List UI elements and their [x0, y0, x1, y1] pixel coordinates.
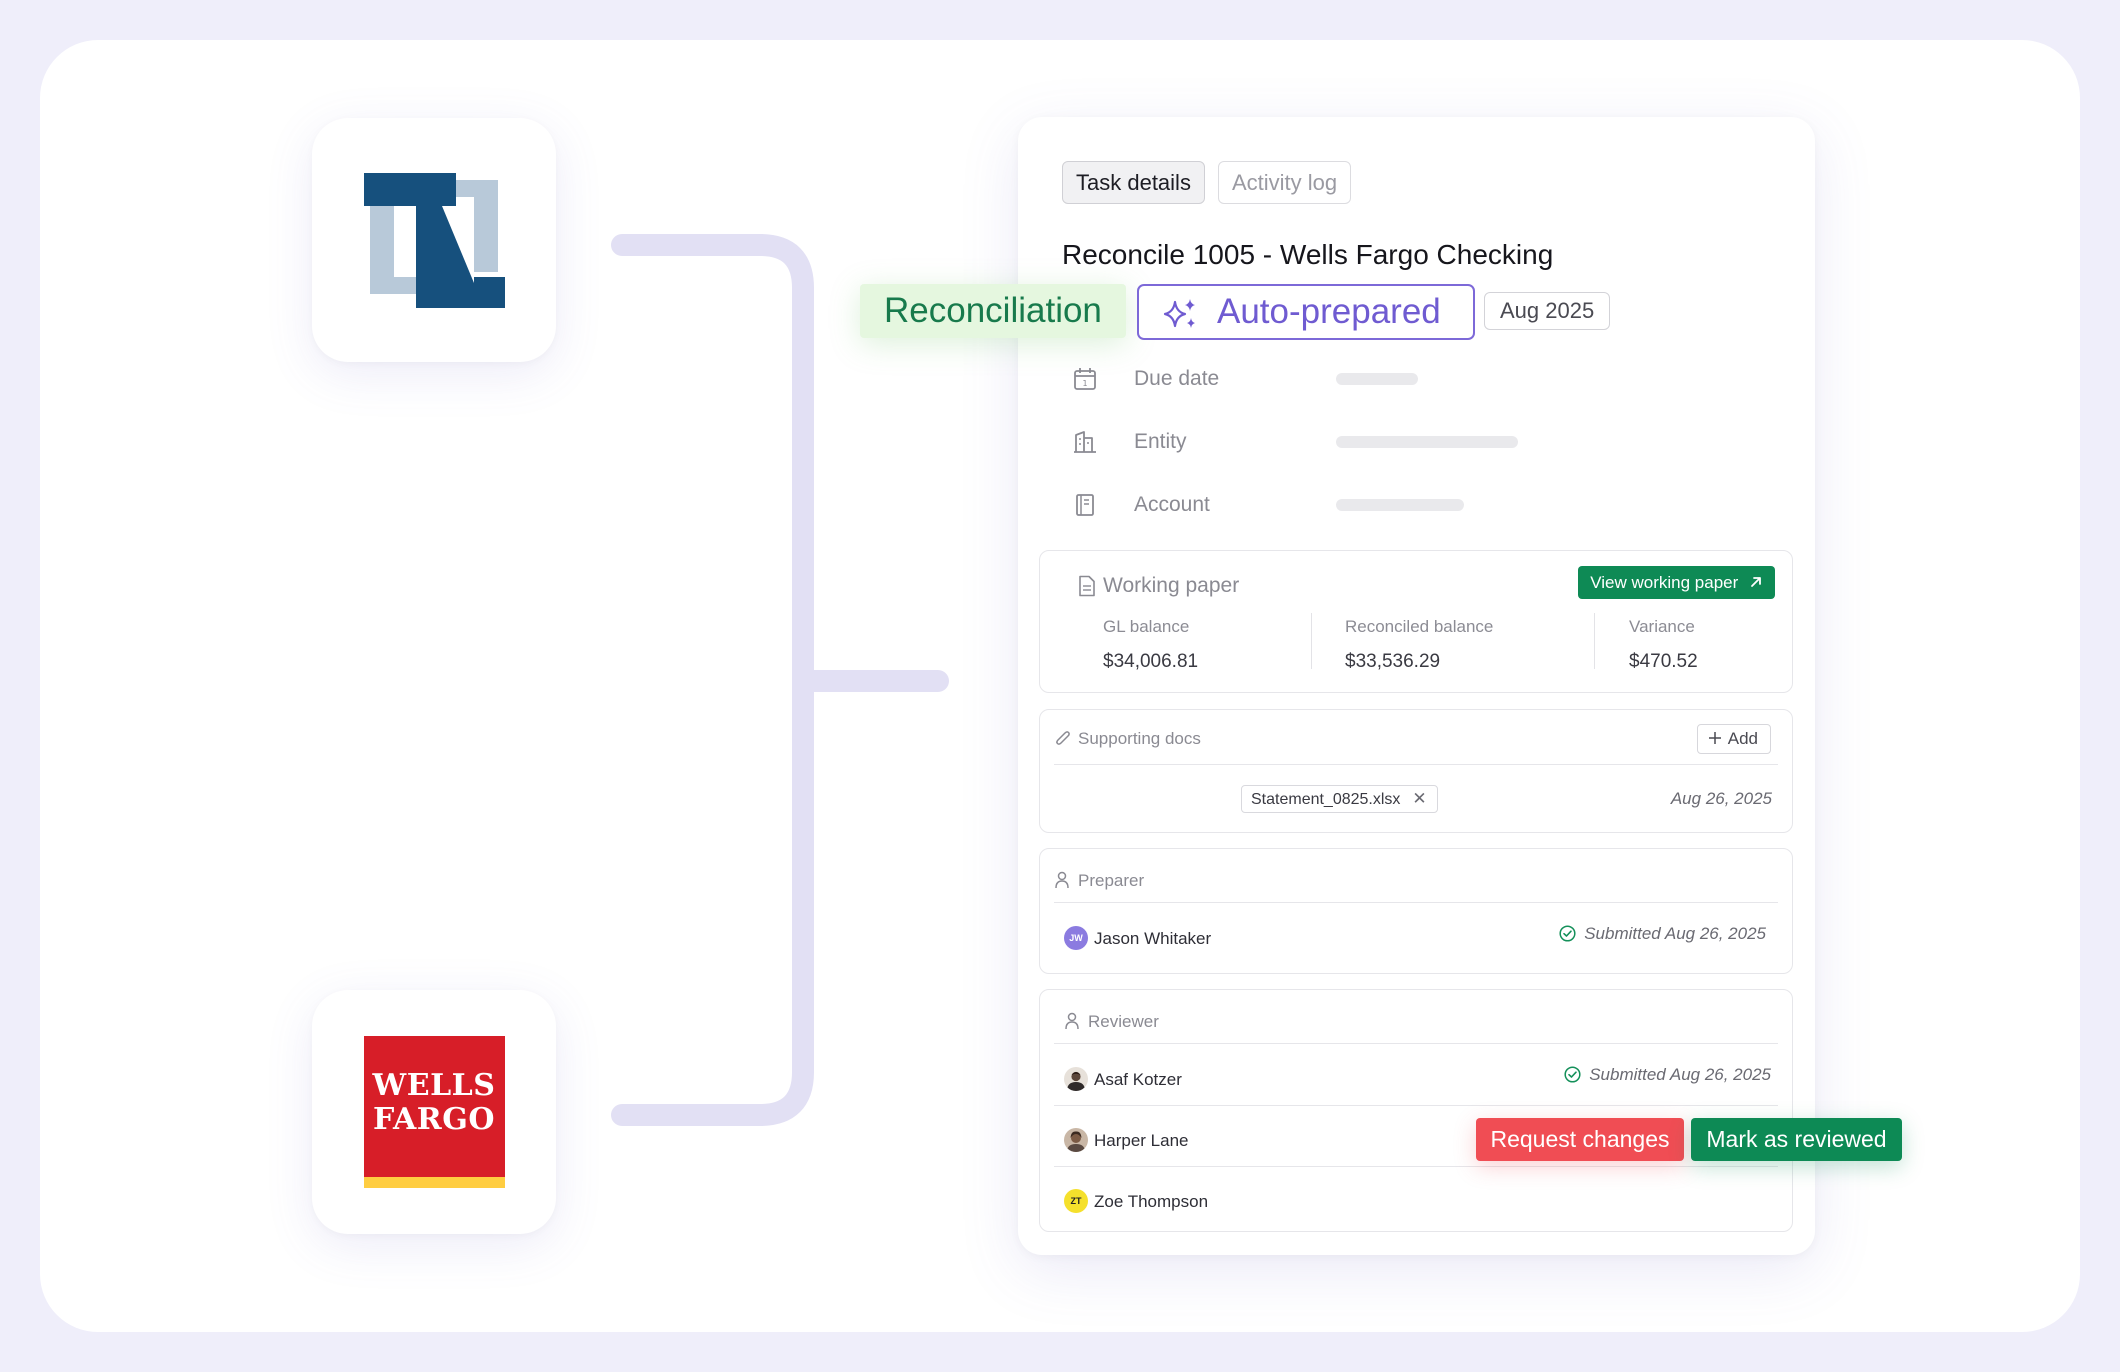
file-name: Statement_0825.xlsx: [1251, 791, 1401, 808]
account-placeholder: [1336, 499, 1464, 511]
period-badge: Aug 2025: [1484, 292, 1611, 330]
divider: [1054, 764, 1778, 765]
entity-label: Entity: [1134, 430, 1187, 453]
avatar: ZT: [1064, 1189, 1088, 1213]
reviewer-status-text: Submitted Aug 26, 2025: [1589, 1065, 1771, 1084]
plus-icon: [1708, 732, 1721, 745]
request-changes-button[interactable]: Request changes: [1476, 1118, 1684, 1161]
add-doc-label: Add: [1727, 729, 1758, 748]
reviewer-section: Reviewer Asaf Kotzer Submitted Aug 26, 2…: [1039, 989, 1793, 1232]
svg-text:1: 1: [1082, 379, 1087, 388]
tab-activity-log[interactable]: Activity log: [1218, 161, 1352, 204]
person-photo-icon: [1067, 1131, 1085, 1152]
user-icon: [1055, 871, 1069, 889]
wells-fargo-logo-card: WELLS FARGO: [312, 990, 556, 1234]
divider: [1054, 1166, 1778, 1167]
user-icon: [1065, 1012, 1079, 1030]
check-circle-icon: [1564, 1065, 1581, 1083]
divider: [1054, 902, 1778, 903]
netsuite-logo-card: [312, 118, 556, 362]
meta-row-due-date: 1 Due date: [1072, 364, 1632, 394]
supporting-docs-section: Supporting docs Add Statement_0825.xlsx ✕…: [1039, 709, 1793, 833]
tab-task-details[interactable]: Task details: [1062, 161, 1205, 204]
calendar-icon: 1: [1074, 368, 1096, 390]
reviewer-status: Submitted Aug 26, 2025: [1564, 1065, 1771, 1085]
file-chip[interactable]: Statement_0825.xlsx ✕: [1241, 785, 1438, 813]
working-paper-title: Working paper: [1103, 574, 1240, 597]
mark-as-reviewed-button[interactable]: Mark as reviewed: [1691, 1118, 1902, 1161]
auto-prepared-badge: Auto-prepared: [1137, 284, 1475, 340]
reviewer-name: Asaf Kotzer: [1094, 1070, 1182, 1089]
reviewer-name: Zoe Thompson: [1094, 1192, 1209, 1211]
gl-balance-label: GL balance: [1103, 617, 1190, 636]
preparer-section: Preparer JW Jason Whitaker Submitted Aug…: [1039, 848, 1793, 974]
reconciled-balance-value: $33,536.29: [1345, 651, 1441, 672]
wells-fargo-logo: WELLS FARGO: [363, 1036, 505, 1188]
entity-placeholder: [1336, 436, 1518, 448]
sparkles-icon: [1163, 299, 1195, 328]
stat-divider: [1311, 613, 1312, 669]
add-doc-button[interactable]: Add: [1696, 724, 1771, 754]
building-icon: [1074, 431, 1096, 453]
file-date: Aug 26, 2025: [1670, 789, 1772, 808]
wells-fargo-line2: FARGO: [372, 1102, 495, 1137]
account-label: Account: [1134, 493, 1210, 516]
reviewer-title: Reviewer: [1088, 1012, 1159, 1031]
due-date-label: Due date: [1134, 367, 1220, 390]
task-title: Reconcile 1005 - Wells Fargo Checking: [1062, 239, 1554, 270]
avatar: JW: [1064, 926, 1088, 950]
wells-fargo-line1: WELLS: [372, 1068, 496, 1103]
due-date-placeholder: [1336, 373, 1418, 385]
check-circle-icon: [1559, 924, 1576, 942]
divider: [1054, 1043, 1778, 1044]
meta-row-entity: Entity: [1072, 427, 1632, 457]
meta-row-account: Account: [1072, 490, 1632, 520]
auto-prepared-label: Auto-prepared: [1217, 292, 1441, 331]
ledger-icon: [1076, 494, 1094, 516]
view-working-paper-label: View working paper: [1590, 573, 1739, 592]
external-link-icon: [1751, 577, 1761, 587]
wells-fargo-wordmark: WELLS FARGO: [364, 1069, 505, 1137]
connector-lines: [611, 234, 949, 1126]
netsuite-logo: [363, 172, 505, 308]
remove-file-icon[interactable]: ✕: [1412, 789, 1426, 808]
preparer-name: Jason Whitaker: [1094, 929, 1212, 948]
avatar: [1064, 1128, 1088, 1152]
paperclip-icon: [1056, 731, 1070, 745]
wells-fargo-stripe: [363, 1177, 505, 1188]
reconciled-balance-label: Reconciled balance: [1345, 617, 1494, 636]
reconciliation-badge: Reconciliation: [860, 284, 1126, 338]
view-working-paper-button[interactable]: View working paper: [1578, 566, 1775, 599]
avatar: [1064, 1067, 1088, 1091]
working-paper-section: Working paper View working paper GL bala…: [1039, 550, 1793, 693]
document-icon: [1079, 575, 1095, 597]
divider: [1054, 1105, 1778, 1106]
preparer-status-text: Submitted Aug 26, 2025: [1584, 924, 1766, 943]
preparer-title: Preparer: [1078, 871, 1145, 890]
reviewer-name: Harper Lane: [1094, 1131, 1189, 1150]
variance-label: Variance: [1629, 617, 1695, 636]
preparer-status: Submitted Aug 26, 2025: [1559, 924, 1766, 944]
supporting-docs-title: Supporting docs: [1078, 729, 1201, 748]
variance-value: $470.52: [1629, 651, 1698, 672]
person-photo-icon: [1067, 1071, 1085, 1091]
gl-balance-value: $34,006.81: [1103, 651, 1199, 672]
stat-divider: [1594, 613, 1595, 669]
